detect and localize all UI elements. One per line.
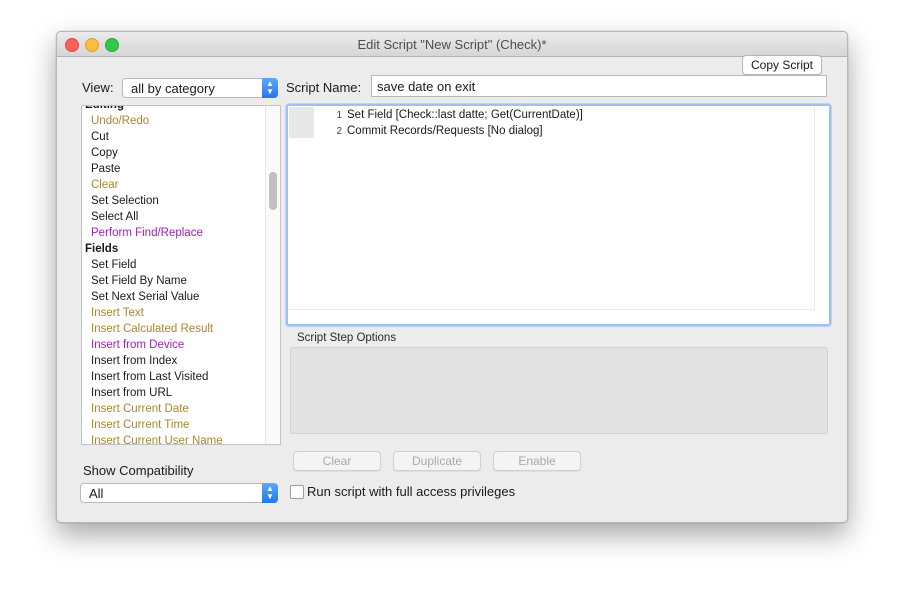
script-line[interactable]: 2 Commit Records/Requests [No dialog] <box>316 123 543 139</box>
steps-list-item[interactable]: Insert Current Time <box>82 417 266 433</box>
steps-list-item[interactable]: Insert from Device <box>82 337 266 353</box>
steps-list-item[interactable]: Insert Calculated Result <box>82 321 266 337</box>
script-steps-list[interactable]: Editing Undo/Redo Cut Copy Paste Clear Set Sel… <box>81 105 281 445</box>
steps-list-item[interactable]: Copy <box>82 145 266 161</box>
steps-list-item[interactable]: Set Field <box>82 257 266 273</box>
script-gutter <box>289 107 314 138</box>
script-steps-items: Editing Undo/Redo Cut Copy Paste Clear Set Sel… <box>82 106 266 444</box>
copy-script-button[interactable]: Copy Script <box>742 55 822 75</box>
script-name-label: Script Name: <box>286 80 362 95</box>
editor-vertical-scrollbar[interactable] <box>814 106 829 324</box>
steps-list-scroll-thumb[interactable] <box>269 172 277 210</box>
edit-script-window: Edit Script "New Script" (Check)* Copy S… <box>56 31 848 523</box>
steps-list-item[interactable]: Paste <box>82 161 266 177</box>
steps-list-item[interactable]: Undo/Redo <box>82 113 266 129</box>
clear-button[interactable]: Clear <box>293 451 381 471</box>
steps-list-item[interactable]: Set Selection <box>82 193 266 209</box>
script-name-input[interactable]: save date on exit <box>371 75 827 97</box>
script-step-options-panel <box>290 347 828 434</box>
line-number: 1 <box>336 110 342 121</box>
steps-list-item[interactable]: Insert Current Date <box>82 401 266 417</box>
steps-list-item[interactable]: Insert Text <box>82 305 266 321</box>
script-line[interactable]: 1 Set Field [Check::last datte; Get(Curre… <box>316 107 583 123</box>
steps-list-item[interactable]: Select All <box>82 209 266 225</box>
full-access-checkbox[interactable] <box>290 485 304 499</box>
line-number: 2 <box>336 126 342 137</box>
steps-list-scrollbar[interactable] <box>265 106 280 444</box>
steps-category-heading[interactable]: Fields <box>82 241 266 257</box>
steps-list-item[interactable]: Set Next Serial Value <box>82 289 266 305</box>
view-label: View: <box>82 80 114 95</box>
window-title: Edit Script "New Script" (Check)* <box>357 37 547 52</box>
title-bar[interactable]: Edit Script "New Script" (Check)* <box>57 32 847 57</box>
view-select-value: all by category <box>131 81 215 96</box>
chevron-updown-icon: ▲ ▼ <box>262 78 278 98</box>
editor-horizontal-scrollbar[interactable] <box>288 309 815 324</box>
compatibility-select[interactable]: All ▲ ▼ <box>80 483 278 503</box>
full-access-label: Run script with full access privileges <box>307 484 516 499</box>
view-select[interactable]: all by category ▲ ▼ <box>122 78 278 98</box>
steps-list-item[interactable]: Insert Current User Name <box>82 433 266 444</box>
steps-list-item[interactable]: Insert from Last Visited <box>82 369 266 385</box>
show-compatibility-label: Show Compatibility <box>83 463 194 478</box>
steps-list-item[interactable]: Cut <box>82 129 266 145</box>
compatibility-select-value: All <box>89 486 104 501</box>
steps-list-item[interactable]: Perform Find/Replace <box>82 225 266 241</box>
line-text: Commit Records/Requests [No dialog] <box>347 125 543 137</box>
enable-button[interactable]: Enable <box>493 451 581 471</box>
steps-list-item[interactable]: Insert from URL <box>82 385 266 401</box>
steps-list-item[interactable]: Set Field By Name <box>82 273 266 289</box>
steps-category-heading[interactable]: Editing <box>82 106 266 113</box>
chevron-updown-icon: ▲ ▼ <box>262 483 278 503</box>
script-step-options-label: Script Step Options <box>297 332 397 344</box>
steps-list-item[interactable]: Insert from Index <box>82 353 266 369</box>
line-text: Set Field [Check::last datte; Get(Curren… <box>347 109 583 121</box>
script-editor[interactable]: 1 Set Field [Check::last datte; Get(Curre… <box>286 104 831 326</box>
duplicate-button[interactable]: Duplicate <box>393 451 481 471</box>
steps-list-item[interactable]: Clear <box>82 177 266 193</box>
